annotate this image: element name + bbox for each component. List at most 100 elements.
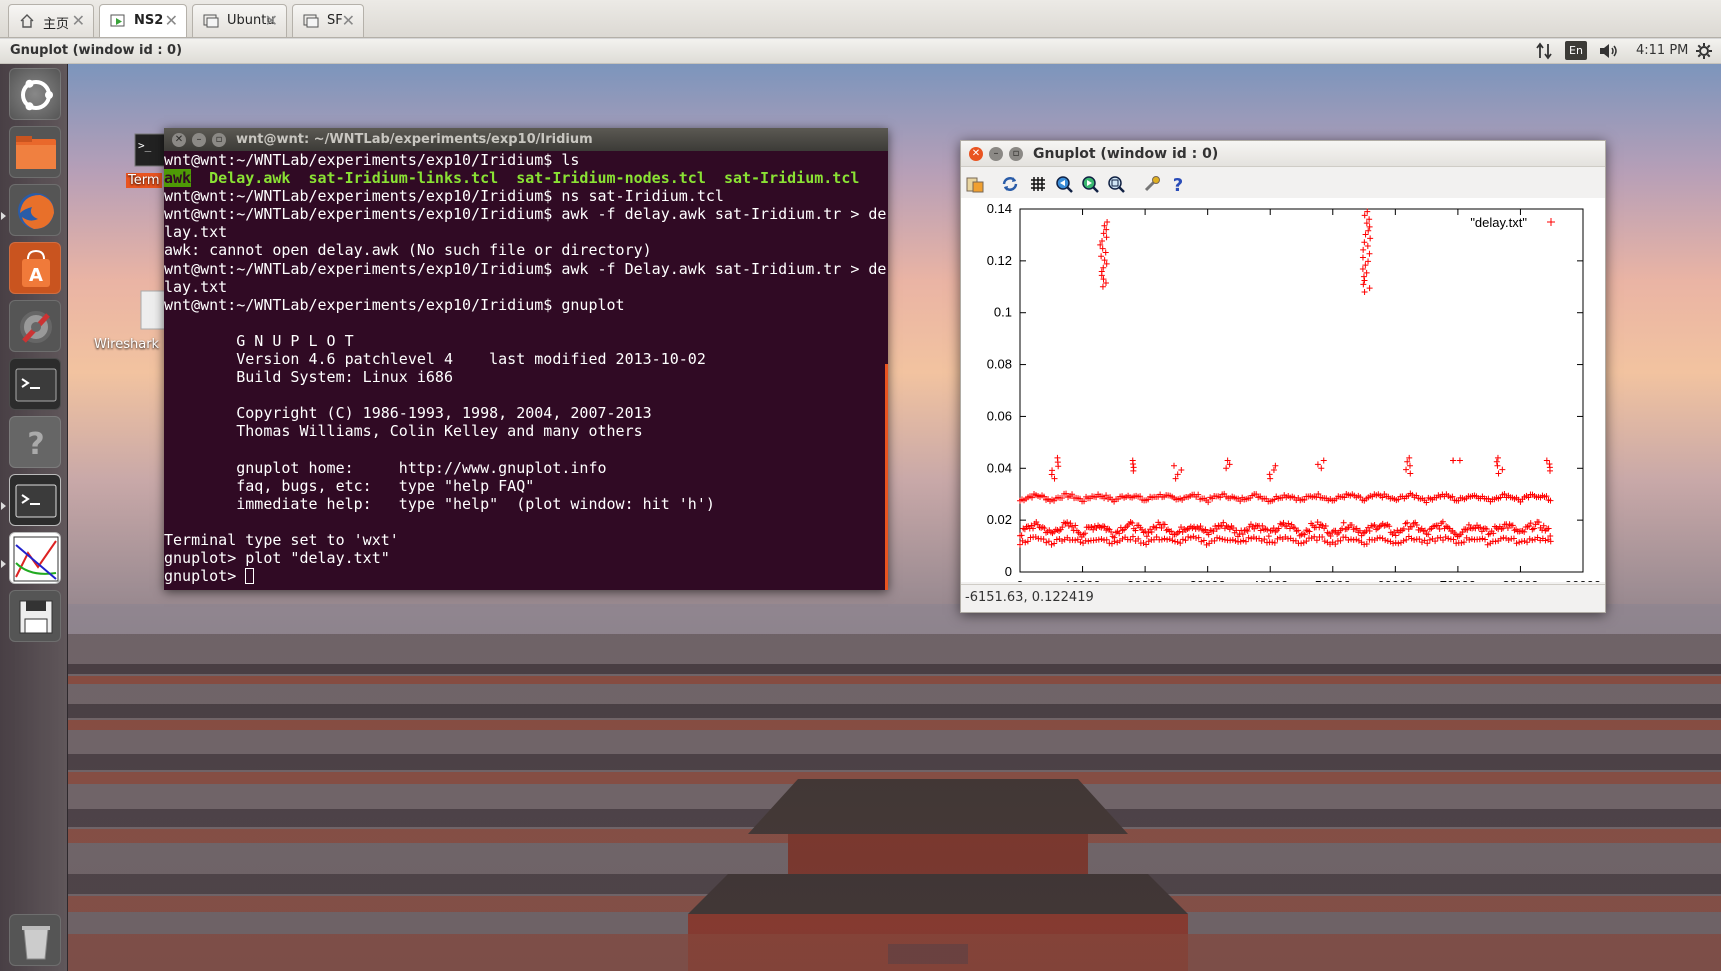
launcher-terminal-active[interactable] bbox=[9, 474, 61, 526]
data-point bbox=[1395, 540, 1402, 547]
maximize-icon[interactable]: ▫ bbox=[1009, 147, 1023, 161]
keyboard-layout-indicator[interactable]: En bbox=[1565, 41, 1587, 60]
close-icon[interactable]: ✕ bbox=[72, 11, 85, 30]
data-point bbox=[1248, 535, 1255, 542]
y-tick-label: 0.14 bbox=[987, 201, 1012, 216]
close-icon[interactable]: ✕ bbox=[342, 11, 355, 30]
output-text: Thomas Williams, Colin Kelley and many o… bbox=[164, 422, 643, 441]
x-tick-label: 10000 bbox=[1064, 578, 1100, 582]
config-icon[interactable] bbox=[1142, 174, 1162, 194]
clock[interactable]: 4:11 PM bbox=[1636, 43, 1688, 58]
data-point bbox=[1494, 454, 1501, 461]
data-point bbox=[1277, 534, 1284, 541]
launcher-gnuplot[interactable] bbox=[9, 532, 61, 584]
gear-icon[interactable] bbox=[1695, 42, 1713, 64]
data-point bbox=[1524, 539, 1531, 546]
grid-icon[interactable] bbox=[1028, 174, 1048, 194]
launcher-help[interactable]: ? bbox=[9, 416, 61, 468]
data-point bbox=[1458, 539, 1465, 546]
data-point bbox=[1140, 539, 1147, 546]
data-point bbox=[1103, 234, 1110, 241]
terminal-output[interactable]: wnt@wnt:~/WNTLab/experiments/exp10/Iridi… bbox=[164, 151, 888, 590]
data-point bbox=[1300, 539, 1307, 546]
host-tab-ns2[interactable]: NS2 ✕ bbox=[99, 4, 187, 37]
autoscale-icon[interactable] bbox=[1106, 174, 1126, 194]
close-icon[interactable]: ✕ bbox=[172, 133, 186, 147]
data-point bbox=[1320, 457, 1327, 464]
data-point bbox=[1127, 536, 1134, 543]
host-tab-ubuntu[interactable]: Ubuntu ✕ bbox=[192, 4, 287, 37]
data-point bbox=[1314, 461, 1321, 468]
launcher-software-center[interactable]: A bbox=[9, 242, 61, 294]
data-point bbox=[1266, 471, 1273, 478]
help-icon[interactable]: ? bbox=[1168, 174, 1188, 194]
data-point bbox=[1072, 537, 1079, 544]
data-point bbox=[1363, 540, 1370, 547]
terminal-window[interactable]: ✕ – ▫ wnt@wnt: ~/WNTLab/experiments/exp1… bbox=[164, 128, 888, 590]
gnuplot-statusbar: -6151.63, 0.122419 bbox=[961, 584, 1605, 612]
maximize-icon[interactable]: ▫ bbox=[212, 133, 226, 147]
data-point bbox=[1494, 462, 1501, 469]
volume-icon[interactable] bbox=[1598, 42, 1620, 64]
data-point bbox=[1484, 541, 1491, 548]
gnuplot-titlebar[interactable]: ✕ – ▫ Gnuplot (window id : 0) bbox=[961, 141, 1605, 167]
close-icon[interactable]: ✕ bbox=[969, 147, 983, 161]
x-tick-label: 20000 bbox=[1127, 578, 1163, 582]
close-icon[interactable]: ✕ bbox=[165, 11, 178, 30]
data-point bbox=[1219, 536, 1226, 543]
terminal-line: gnuplot> bbox=[164, 567, 888, 585]
data-point bbox=[1403, 536, 1410, 543]
terminal-line: wnt@wnt:~/WNTLab/experiments/exp10/Iridi… bbox=[164, 151, 888, 169]
data-point bbox=[1267, 475, 1274, 482]
network-icon[interactable] bbox=[1536, 42, 1552, 64]
desktop-icon-label: Term bbox=[126, 173, 162, 188]
data-point bbox=[1077, 539, 1084, 546]
launcher-system-settings[interactable] bbox=[9, 300, 61, 352]
y-tick-label: 0.1 bbox=[994, 305, 1012, 320]
desktop-icon-wireshark[interactable]: Wireshark bbox=[94, 290, 176, 360]
gnuplot-window[interactable]: ✕ – ▫ Gnuplot (window id : 0) ? 0 0.02 0.0… bbox=[960, 140, 1606, 613]
host-tab-label: 主页 bbox=[43, 17, 70, 32]
data-point bbox=[1229, 536, 1236, 543]
data-point bbox=[1366, 223, 1373, 230]
data-point bbox=[1198, 538, 1205, 545]
output-text: Build System: Linux i686 bbox=[164, 368, 453, 387]
data-point bbox=[1450, 457, 1457, 464]
minimize-icon[interactable]: – bbox=[192, 133, 206, 147]
replot-icon[interactable] bbox=[1000, 174, 1020, 194]
data-point bbox=[1361, 277, 1368, 284]
plot-canvas[interactable]: 0 0.02 0.04 0.06 0.08 0.1 0.12 0.14 0 10000 20000 3… bbox=[961, 198, 1605, 593]
svg-text:?: ? bbox=[1173, 175, 1183, 194]
output-text: Copyright (C) 1986-1993, 1998, 2004, 200… bbox=[164, 404, 652, 423]
gnuplot-icon bbox=[13, 536, 59, 582]
launcher-save[interactable] bbox=[9, 590, 61, 642]
zoom-next-icon[interactable] bbox=[1080, 174, 1100, 194]
launcher-terminal[interactable] bbox=[9, 358, 61, 410]
launcher-trash[interactable] bbox=[9, 914, 61, 966]
launcher-dash[interactable] bbox=[9, 68, 61, 120]
close-icon[interactable]: ✕ bbox=[265, 11, 278, 30]
data-point bbox=[1350, 536, 1357, 543]
launcher-firefox[interactable] bbox=[9, 184, 61, 236]
data-point bbox=[1392, 539, 1399, 546]
data-point bbox=[1366, 250, 1373, 257]
copy-clipboard-icon[interactable] bbox=[965, 174, 985, 194]
terminal-line: Terminal type set to 'wxt' bbox=[164, 531, 888, 549]
data-point bbox=[1177, 540, 1184, 547]
terminal-icon bbox=[15, 368, 57, 402]
minimize-icon[interactable]: – bbox=[989, 147, 1003, 161]
host-tab-sf[interactable]: SF ✕ bbox=[292, 4, 364, 37]
launcher-files[interactable] bbox=[9, 126, 61, 178]
data-point bbox=[1319, 533, 1326, 540]
data-point bbox=[1179, 536, 1186, 543]
svg-text:A: A bbox=[29, 265, 43, 286]
y-tick-label: 0.12 bbox=[987, 253, 1012, 268]
host-tab-home[interactable]: 主页 ✕ bbox=[8, 4, 94, 37]
data-point bbox=[1411, 536, 1418, 543]
settings-wrench-icon bbox=[20, 311, 52, 343]
data-point bbox=[1214, 534, 1221, 541]
y-tick-label: 0.04 bbox=[987, 460, 1012, 475]
zoom-previous-icon[interactable] bbox=[1054, 174, 1074, 194]
terminal-titlebar[interactable]: ✕ – ▫ wnt@wnt: ~/WNTLab/experiments/exp1… bbox=[164, 128, 888, 151]
